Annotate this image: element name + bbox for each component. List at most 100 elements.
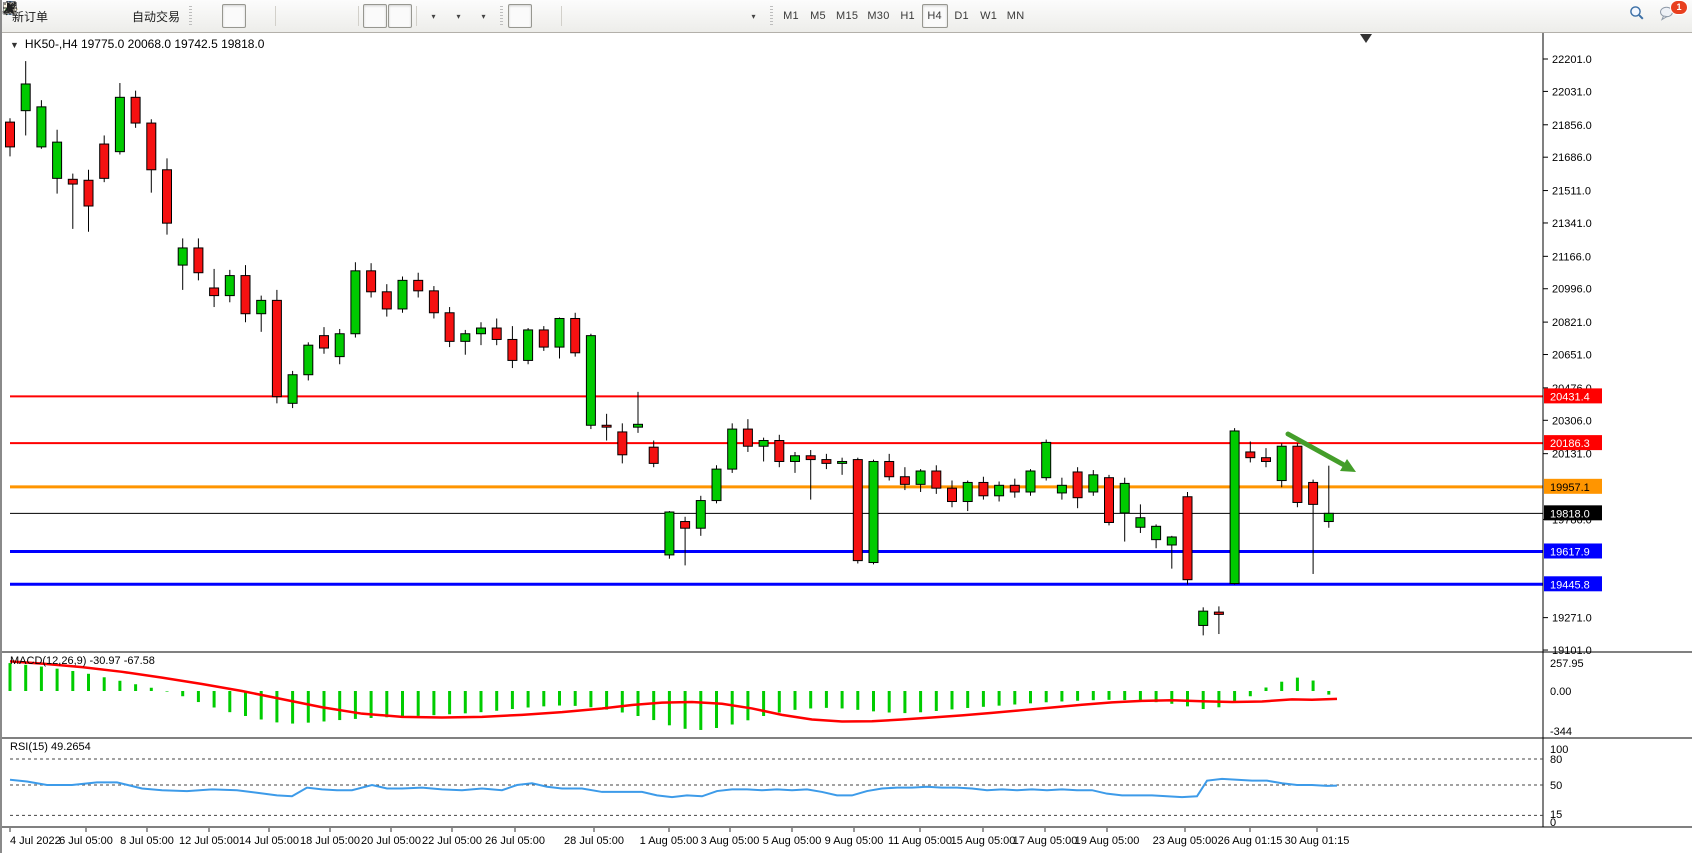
tf-m30-button[interactable]: M30 xyxy=(863,4,893,28)
equidistant-channel-button[interactable]: E xyxy=(641,4,665,28)
search-button[interactable] xyxy=(1628,4,1652,28)
price-tick-label: 21686.0 xyxy=(1552,152,1592,164)
tf-h1-label: H1 xyxy=(900,10,915,22)
candle-body xyxy=(461,334,470,342)
price-badge-label: 19957.1 xyxy=(1550,482,1590,494)
toolbar-gripper xyxy=(500,6,503,26)
candle-body xyxy=(241,276,250,314)
candle-body xyxy=(37,107,46,147)
time-tick-label: 26 Aug 01:15 xyxy=(1218,835,1283,847)
candle-body xyxy=(1167,537,1176,545)
community-button[interactable] xyxy=(78,4,102,28)
text-label-button[interactable]: T xyxy=(716,4,740,28)
tf-h4-button[interactable]: H4 xyxy=(922,4,948,28)
toolbar-separator xyxy=(561,6,562,26)
arrows-button[interactable]: ▾ xyxy=(741,4,765,28)
candle-body xyxy=(932,471,941,488)
tf-mn-label: MN xyxy=(1007,10,1025,22)
tf-w1-button[interactable]: W1 xyxy=(976,4,1002,28)
price-tick-label: 21341.0 xyxy=(1552,218,1592,230)
chevron-down-icon: ▾ xyxy=(482,12,486,21)
candle-body xyxy=(1073,472,1082,498)
toolbar-gripper xyxy=(189,6,192,26)
candle-body xyxy=(163,170,172,223)
price-badge-label: 20431.4 xyxy=(1550,391,1590,403)
auto-scroll-button[interactable] xyxy=(363,4,387,28)
templates-button[interactable]: ▾ xyxy=(471,4,495,28)
candle-body xyxy=(1089,475,1098,492)
tf-m15-label: M15 xyxy=(836,10,858,22)
tf-m1-label: M1 xyxy=(783,10,799,22)
zoom-in-button[interactable] xyxy=(280,4,304,28)
broadcast-button[interactable] xyxy=(103,4,127,28)
tf-m5-button[interactable]: M5 xyxy=(805,4,831,28)
candle-body xyxy=(916,471,925,484)
price-tick-label: 21511.0 xyxy=(1552,186,1591,198)
line-chart-button[interactable] xyxy=(247,4,271,28)
tf-mn-button[interactable]: MN xyxy=(1003,4,1029,28)
candle-chart-button[interactable] xyxy=(222,4,246,28)
price-tick-label: 21166.0 xyxy=(1552,251,1591,263)
candle-body xyxy=(477,328,486,334)
chart-shift-marker-icon[interactable] xyxy=(1360,34,1372,43)
candle-body xyxy=(571,318,580,352)
time-tick-label: 8 Jul 05:00 xyxy=(120,835,174,847)
notifications-button[interactable]: 1 xyxy=(1658,4,1682,28)
shapes-icon xyxy=(2,0,18,16)
time-tick-label: 1 Aug 05:00 xyxy=(640,835,699,847)
candle-body xyxy=(21,84,30,111)
rsi-axis-label: 50 xyxy=(1550,780,1562,792)
tf-m1-button[interactable]: M1 xyxy=(778,4,804,28)
candle-body xyxy=(885,461,894,476)
candle-body xyxy=(351,271,360,334)
time-tick-label: 15 Aug 05:00 xyxy=(951,835,1016,847)
trendline-button[interactable] xyxy=(616,4,640,28)
time-tick-label: 4 Jul 2022 xyxy=(10,835,61,847)
profiles-button[interactable]: ▾ xyxy=(446,4,470,28)
candle-body xyxy=(53,142,62,178)
cursor-button[interactable] xyxy=(508,4,532,28)
tf-h1-button[interactable]: H1 xyxy=(895,4,921,28)
macd-signal-line xyxy=(10,661,1337,721)
chart-shift-button[interactable] xyxy=(388,4,412,28)
text-button[interactable]: A xyxy=(691,4,715,28)
zoom-out-button[interactable] xyxy=(305,4,329,28)
price-badge-label: 20186.3 xyxy=(1550,438,1590,450)
styler-button[interactable] xyxy=(53,4,77,28)
candle-body xyxy=(178,248,187,265)
tf-m5-label: M5 xyxy=(810,10,826,22)
new-chart-button[interactable]: ▾ xyxy=(421,4,445,28)
candle-body xyxy=(147,123,156,170)
candle-body xyxy=(1183,497,1192,580)
chevron-down-icon: ▾ xyxy=(752,12,756,21)
candle-body xyxy=(822,460,831,464)
horizontal-line-button[interactable] xyxy=(591,4,615,28)
price-tick-label: 20821.0 xyxy=(1552,317,1592,329)
toolbar-separator xyxy=(416,6,417,26)
bar-chart-button[interactable] xyxy=(197,4,221,28)
price-tick-label: 20651.0 xyxy=(1552,350,1592,362)
one-click-trading-arrow-icon[interactable]: ▼ xyxy=(10,40,19,50)
crosshair-button[interactable] xyxy=(533,4,557,28)
chevron-down-icon: ▾ xyxy=(457,12,461,21)
time-tick-label: 14 Jul 05:00 xyxy=(239,835,299,847)
candle-body xyxy=(524,330,533,361)
price-tick-label: 20306.0 xyxy=(1552,415,1592,427)
candle-body xyxy=(586,336,595,426)
tile-windows-button[interactable] xyxy=(330,4,354,28)
candle-body xyxy=(649,447,658,463)
candle-body xyxy=(979,482,988,495)
tf-m30-label: M30 xyxy=(867,10,889,22)
tf-m15-button[interactable]: M15 xyxy=(832,4,862,28)
tf-d1-button[interactable]: D1 xyxy=(949,4,975,28)
candle-body xyxy=(1120,483,1129,513)
chart-canvas[interactable]: 22201.022031.021856.021686.021511.021341… xyxy=(2,0,1692,853)
candle-body xyxy=(1293,446,1302,502)
candle-body xyxy=(100,144,109,178)
fibonacci-button[interactable]: F xyxy=(666,4,690,28)
vertical-line-button[interactable] xyxy=(566,4,590,28)
candle-body xyxy=(210,288,219,296)
rsi-label: RSI(15) 49.2654 xyxy=(10,741,91,753)
candle-body xyxy=(320,336,329,348)
auto-trading-button[interactable]: 自动交易 xyxy=(128,4,184,28)
